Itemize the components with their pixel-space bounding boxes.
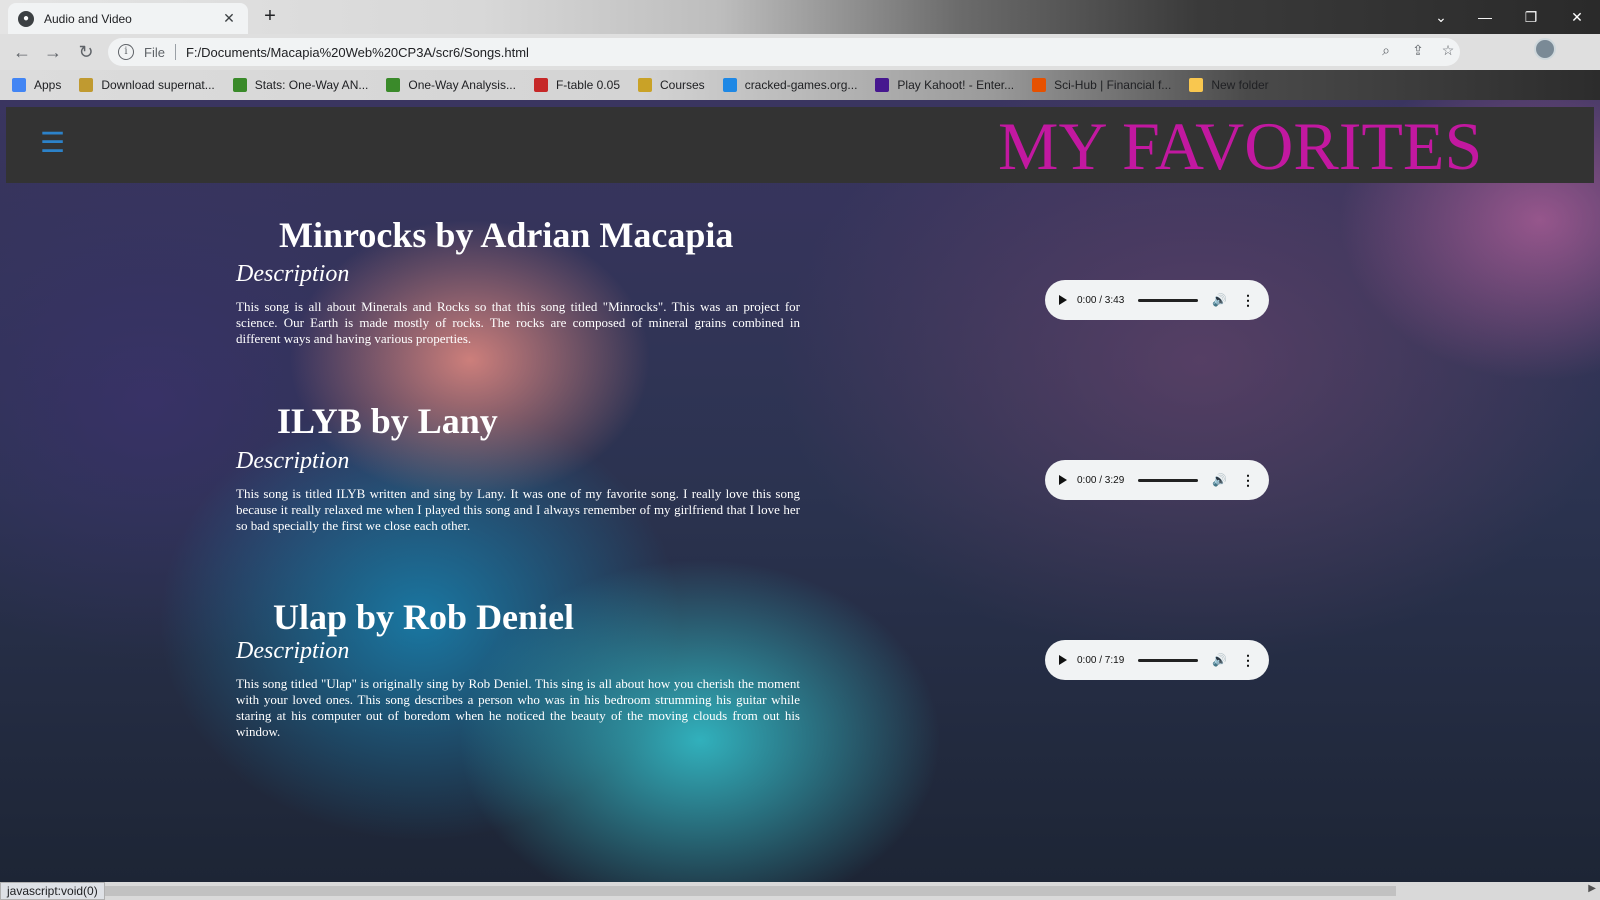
bookmark-item[interactable]: Apps (12, 78, 61, 92)
song-description: This song is all about Minerals and Rock… (236, 299, 800, 346)
song-description: This song is titled ILYB written and sin… (236, 486, 800, 533)
song-title: ILYB by Lany (277, 401, 498, 441)
volume-icon[interactable]: 🔊 (1212, 653, 1227, 667)
page-content: ☰ MY FAVORITES Minrocks by Adrian Macapi… (0, 100, 1600, 882)
courses-icon (638, 78, 652, 92)
play-icon[interactable] (1059, 655, 1067, 665)
bookmark-label: Sci-Hub | Financial f... (1054, 78, 1172, 92)
more-options-icon[interactable]: ⋮ (1241, 292, 1255, 309)
zoom-icon[interactable]: ⌕ (1376, 42, 1396, 59)
song-section: Ulap by Rob Deniel Description This song… (236, 596, 800, 740)
audio-seek-slider[interactable] (1137, 298, 1199, 302)
audio-time: 0:00 / 7:19 (1077, 654, 1125, 666)
page-title: MY FAVORITES (998, 108, 1483, 184)
leaf-icon (232, 78, 247, 92)
bookmark-item[interactable]: Sci-Hub | Financial f... (1032, 78, 1171, 92)
audio-time: 0:00 / 3:29 (1077, 474, 1125, 486)
leaf-icon (386, 78, 401, 92)
bookmark-label: Play Kahoot! - Enter... (897, 78, 1015, 92)
audio-player[interactable]: 0:00 / 7:19 🔊 ⋮ (1045, 640, 1269, 680)
tab-search-icon[interactable]: ⌄ (1418, 4, 1464, 30)
bookmark-item[interactable]: Download supernat... (79, 78, 215, 92)
hamburger-menu-icon[interactable]: ☰ (40, 125, 65, 161)
close-window-button[interactable]: ✕ (1554, 4, 1600, 30)
song-description-heading: Description (236, 638, 350, 664)
horizontal-scrollbar[interactable] (100, 886, 1396, 896)
song-description-heading: Description (236, 261, 350, 287)
address-bar[interactable]: i File F:/Documents/Macapia%20Web%20CP3A… (108, 38, 1460, 66)
audio-player[interactable]: 0:00 / 3:43 🔊 ⋮ (1045, 280, 1269, 320)
status-bar: ▶ javascript:void(0) (0, 882, 1600, 900)
bookmark-label: One-Way Analysis... (408, 78, 516, 92)
song-title: Minrocks by Adrian Macapia (279, 215, 734, 255)
bookmark-label: F-table 0.05 (555, 78, 620, 92)
bookmark-label: Courses (660, 78, 705, 92)
play-icon[interactable] (1059, 295, 1067, 305)
bookmark-label: Stats: One-Way AN... (254, 78, 369, 92)
song-description: This song titled "Ulap" is originally si… (236, 676, 800, 739)
browser-tab[interactable]: ● Audio and Video ✕ (8, 3, 248, 34)
bookmark-label: Download supernat... (101, 78, 215, 92)
divider (174, 44, 176, 60)
folder-icon (1189, 78, 1204, 92)
university-shield-icon (533, 78, 548, 92)
scroll-right-arrow-icon[interactable]: ▶ (1588, 883, 1596, 894)
browser-toolbar: ← → ↻ i File F:/Documents/Macapia%20Web%… (0, 34, 1600, 70)
site-header: ☰ MY FAVORITES (6, 107, 1594, 183)
tab-title: Audio and Video (44, 11, 132, 26)
back-arrow-icon[interactable]: ← (10, 40, 34, 64)
song-title: Ulap by Rob Deniel (273, 597, 575, 637)
audio-seek-slider[interactable] (1137, 478, 1199, 482)
volume-icon[interactable]: 🔊 (1212, 293, 1227, 307)
tab-strip: ● Audio and Video ✕ + ⌄ — ❐ ✕ (0, 0, 1600, 34)
download-arrow-icon (722, 78, 737, 92)
bookmark-label: New folder (1211, 78, 1269, 92)
download-icon (79, 78, 94, 92)
bookmarks-bar: Apps Download supernat... Stats: One-Way A… (0, 70, 1600, 100)
apps-grid-icon (12, 78, 26, 92)
song-section: Minrocks by Adrian Macapia Description T… (236, 214, 800, 347)
audio-seek-slider[interactable] (1137, 658, 1199, 662)
url-text[interactable]: F:/Documents/Macapia%20Web%20CP3A/scr6/S… (186, 45, 529, 60)
raven-icon (1032, 78, 1047, 92)
forward-arrow-icon[interactable]: → (41, 40, 65, 64)
site-info-icon[interactable]: i (118, 44, 134, 60)
bookmark-item[interactable]: One-Way Analysis... (386, 78, 516, 92)
more-options-icon[interactable]: ⋮ (1241, 472, 1255, 489)
url-scheme: File (144, 44, 165, 60)
close-tab-icon[interactable]: ✕ (220, 10, 238, 27)
status-url: javascript:void(0) (0, 882, 105, 900)
bookmark-label: cracked-games.org... (744, 78, 858, 92)
volume-icon[interactable]: 🔊 (1212, 473, 1227, 487)
profile-avatar[interactable] (1534, 38, 1556, 60)
bookmark-item[interactable]: New folder (1189, 78, 1269, 92)
bookmark-item[interactable]: Courses (638, 78, 705, 92)
play-icon[interactable] (1059, 475, 1067, 485)
audio-player[interactable]: 0:00 / 3:29 🔊 ⋮ (1045, 460, 1269, 500)
bookmark-label: Apps (34, 78, 62, 92)
bookmark-star-icon[interactable]: ☆ (1438, 42, 1458, 59)
restore-button[interactable]: ❐ (1508, 4, 1554, 30)
bookmark-item[interactable]: Play Kahoot! - Enter... (875, 78, 1014, 92)
song-section: ILYB by Lany Description This song is ti… (236, 400, 800, 534)
new-tab-button[interactable]: + (258, 5, 282, 29)
reload-icon[interactable]: ↻ (74, 40, 98, 64)
audio-time: 0:00 / 3:43 (1077, 294, 1125, 306)
song-description-heading: Description (236, 448, 350, 474)
minimize-button[interactable]: — (1462, 4, 1508, 30)
share-icon[interactable]: ⇪ (1408, 42, 1428, 59)
more-options-icon[interactable]: ⋮ (1241, 652, 1255, 669)
kahoot-icon (875, 78, 890, 92)
globe-icon: ● (18, 10, 34, 27)
bookmark-item[interactable]: cracked-games.org... (722, 78, 858, 92)
bookmark-item[interactable]: Stats: One-Way AN... (232, 78, 369, 92)
bookmark-item[interactable]: F-table 0.05 (533, 78, 620, 92)
